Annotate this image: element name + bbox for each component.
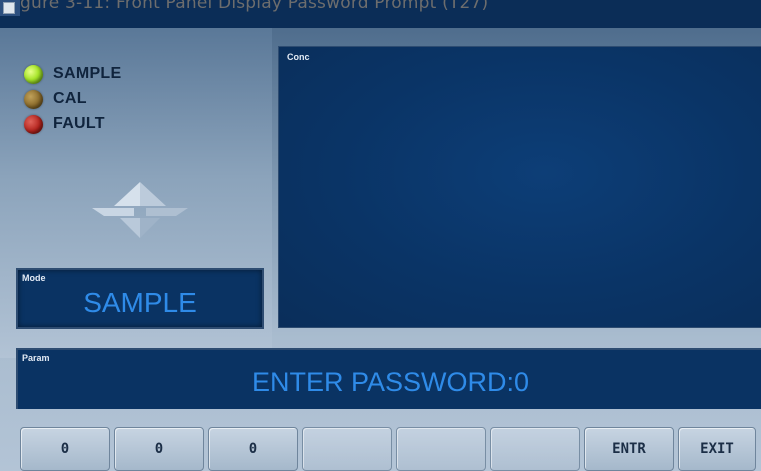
keypad-button-3[interactable]: 0 [208,427,298,471]
param-display: Param ENTER PASSWORD:0 [16,348,761,409]
company-logo-icon [92,182,188,238]
window-title-bar: gure 3-11: Front Panel Display Password … [0,0,761,28]
cal-led-label: CAL [53,90,87,107]
keypad-button-5[interactable] [396,427,486,471]
keypad-button-1[interactable]: 0 [20,427,110,471]
exit-button[interactable]: EXIT [678,427,756,471]
sample-led-icon [24,64,43,84]
param-caption: Param [22,353,50,363]
keypad-button-6[interactable] [490,427,580,471]
keypad-button-2[interactable]: 0 [114,427,204,471]
window-menu-icon[interactable] [3,2,15,14]
mode-value: SAMPLE [83,287,197,318]
led-row-cal: CAL [24,87,87,111]
fault-led-icon [24,114,43,134]
cal-led-icon [24,89,43,109]
concentration-display: Conc [278,46,761,328]
instrument-front-panel: SAMPLE CAL FAULT Mode SAMPLE Conc Param … [0,28,761,471]
param-value: ENTER PASSWORD:0 [251,367,530,397]
window-title: gure 3-11: Front Panel Display Password … [20,0,489,13]
keypad-button-4[interactable] [302,427,392,471]
mode-display: Mode SAMPLE [16,268,264,329]
sample-led-label: SAMPLE [53,65,122,82]
led-row-sample: SAMPLE [24,62,121,86]
mode-caption: Mode [22,273,46,283]
conc-caption: Conc [287,52,310,62]
enter-button[interactable]: ENTR [584,427,674,471]
fault-led-label: FAULT [53,115,105,132]
window-icon-area [0,0,20,16]
status-panel: SAMPLE CAL FAULT Mode SAMPLE [0,28,272,358]
led-row-fault: FAULT [24,112,105,136]
